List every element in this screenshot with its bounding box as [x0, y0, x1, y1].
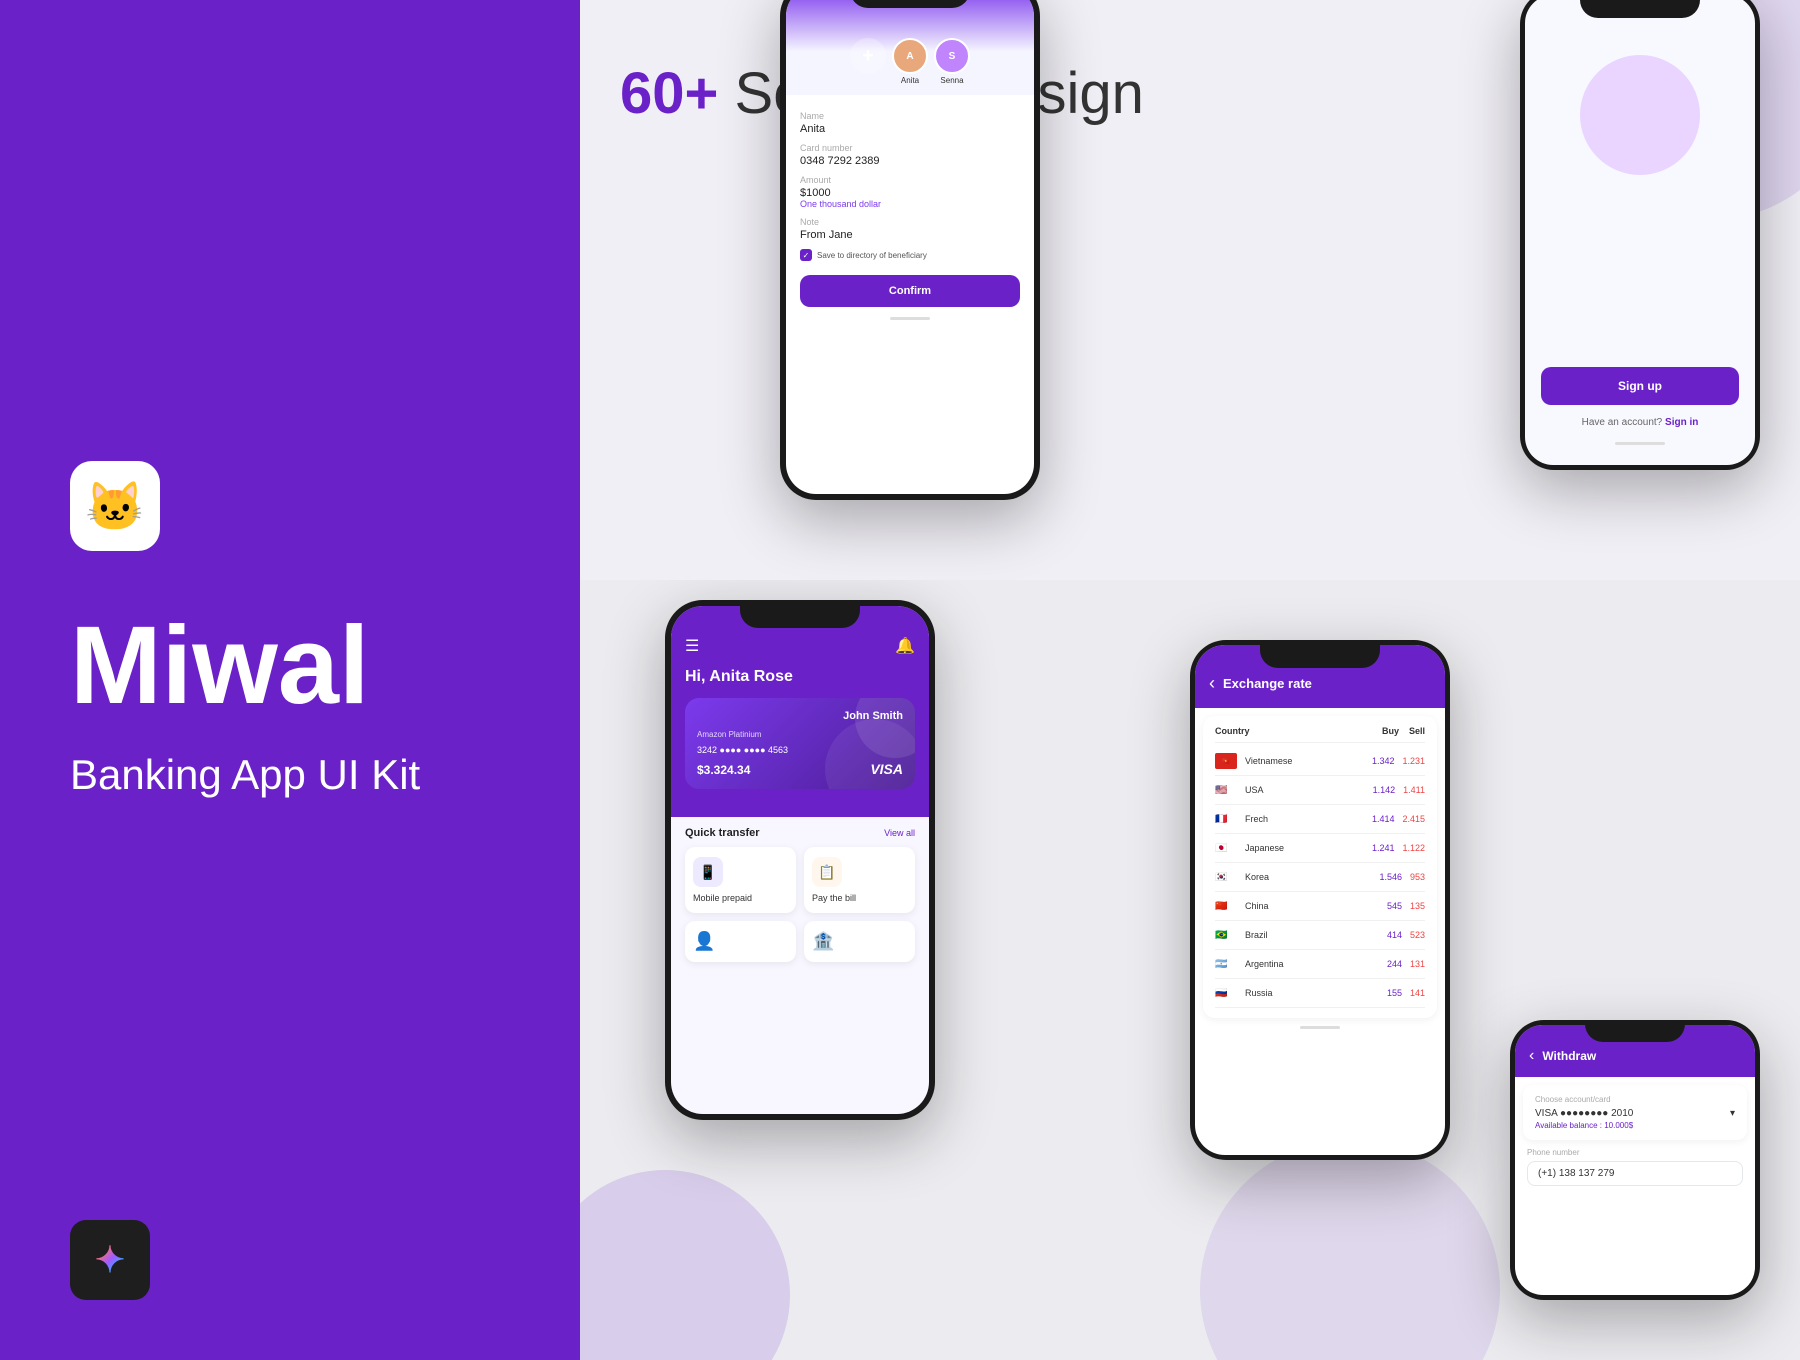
card-label: Card number	[800, 143, 1020, 153]
account-label: Choose account/card	[1535, 1095, 1735, 1104]
name-value: Anita	[800, 123, 1020, 135]
headline-number: 60+	[620, 61, 718, 126]
service-pay-bill[interactable]: 📋 Pay the bill	[804, 847, 915, 913]
col-country: Country	[1215, 726, 1382, 736]
service-mobile-prepaid[interactable]: 📱 Mobile prepaid	[685, 847, 796, 913]
card-value: 0348 7292 2389	[800, 155, 1020, 167]
account-value: VISA ●●●●●●●● 2010	[1535, 1108, 1633, 1119]
menu-icon[interactable]: ☰	[685, 636, 699, 656]
rate-china: 🇨🇳 China 545135	[1215, 892, 1425, 921]
rate-brazil: 🇧🇷 Brazil 414523	[1215, 921, 1425, 950]
avatar-anita: A	[892, 38, 928, 74]
signup-deco-circle	[1580, 55, 1700, 175]
col-sell: Sell	[1409, 726, 1425, 736]
rate-vietnamese: 🇻🇳 Vietnamese 1.3421.231	[1215, 747, 1425, 776]
phone-notch-transfer	[850, 0, 970, 8]
deco-circle-4	[1200, 1140, 1500, 1360]
phone-signup: Sign up Have an account? Sign in	[1520, 0, 1760, 470]
amount-sub: One thousand dollar	[800, 199, 1020, 209]
notification-icon[interactable]: 🔔	[895, 636, 915, 656]
account-dropdown-icon[interactable]: ▾	[1730, 1108, 1735, 1119]
phone-withdraw: ‹ Withdraw Choose account/card VISA ●●●●…	[1510, 1020, 1760, 1300]
bottom-right-section: ☰ 🔔 Hi, Anita Rose John Smith Amazon Pla…	[580, 580, 1800, 1360]
top-right-section: 60+ Screens Design + A Anita S Senna	[580, 0, 1800, 580]
brand-title: Miwal	[70, 611, 370, 721]
service-transfer[interactable]: 👤	[685, 921, 796, 962]
other-icon: 🏦	[812, 931, 907, 952]
name-label: Name	[800, 111, 1020, 121]
pay-bill-icon: 📋	[812, 857, 842, 887]
rate-japanese: 🇯🇵 Japanese 1.2411.122	[1215, 834, 1425, 863]
phone-notch-signup	[1580, 0, 1700, 18]
signup-button[interactable]: Sign up	[1541, 367, 1739, 405]
figma-icon-container: ✦	[70, 1220, 150, 1300]
brand-subtitle: Banking App UI Kit	[70, 751, 420, 799]
greeting: Hi, Anita Rose	[685, 668, 915, 686]
pay-bill-label: Pay the bill	[812, 893, 907, 903]
app-icon: 🐱	[70, 461, 160, 551]
rate-russia: 🇷🇺 Russia 155141	[1215, 979, 1425, 1008]
left-section: 🐱 Miwal Banking App UI Kit ✦	[0, 0, 580, 1360]
confirm-button[interactable]: Confirm	[800, 275, 1020, 307]
rate-usa: 🇺🇸 USA 1.1421.411	[1215, 776, 1425, 805]
quick-transfer-label: Quick transfer	[685, 827, 760, 839]
phone-value[interactable]: (+1) 138 137 279	[1527, 1161, 1743, 1186]
deco-circle-3	[580, 1170, 790, 1360]
card-balance: $3.324.34	[697, 763, 750, 777]
phone-notch-exchange	[1260, 640, 1380, 668]
phone-transfer: + A Anita S Senna Name Anita Card number…	[780, 0, 1040, 500]
note-label: Note	[800, 217, 1020, 227]
exchange-title: Exchange rate	[1223, 676, 1312, 691]
signin-text: Have an account? Sign in	[1541, 417, 1739, 428]
checkbox-label: Save to directory of beneficiary	[817, 251, 927, 260]
withdraw-back-icon[interactable]: ‹	[1529, 1047, 1534, 1065]
rate-argentina: 🇦🇷 Argentina 244131	[1215, 950, 1425, 979]
exchange-back-icon[interactable]: ‹	[1209, 673, 1215, 694]
home-indicator-signup	[1615, 442, 1665, 445]
phone-notch-home	[740, 600, 860, 628]
phone-home: ☰ 🔔 Hi, Anita Rose John Smith Amazon Pla…	[665, 600, 935, 1120]
home-indicator-exchange	[1300, 1026, 1340, 1029]
service-other[interactable]: 🏦	[804, 921, 915, 962]
app-logo: 🐱	[85, 478, 145, 535]
view-all-link[interactable]: View all	[884, 828, 915, 838]
note-value: From Jane	[800, 229, 1020, 241]
figma-logo: ✦	[95, 1239, 125, 1281]
amount-value: $1000	[800, 187, 1020, 199]
mobile-prepaid-label: Mobile prepaid	[693, 893, 788, 903]
avatar-senna: S	[934, 38, 970, 74]
phone-exchange: ‹ Exchange rate Country Buy Sell 🇻🇳 Viet…	[1190, 640, 1450, 1160]
transfer-icon: 👤	[693, 931, 788, 952]
balance-label: Available balance : 10.000$	[1535, 1121, 1735, 1130]
withdraw-title: Withdraw	[1542, 1049, 1596, 1063]
amount-label: Amount	[800, 175, 1020, 185]
home-indicator	[890, 317, 930, 320]
avatar-anita-label: Anita	[892, 76, 928, 85]
rate-korea: 🇰🇷 Korea 1.546953	[1215, 863, 1425, 892]
mobile-prepaid-icon: 📱	[693, 857, 723, 887]
phone-notch-withdraw	[1585, 1020, 1685, 1042]
checkbox[interactable]: ✓	[800, 249, 812, 261]
avatar-senna-label: Senna	[934, 76, 970, 85]
col-buy: Buy	[1382, 726, 1399, 736]
phone-label: Phone number	[1527, 1148, 1743, 1157]
add-contact-btn[interactable]: +	[850, 38, 886, 74]
rate-french: 🇫🇷 Frech 1.4142.415	[1215, 805, 1425, 834]
